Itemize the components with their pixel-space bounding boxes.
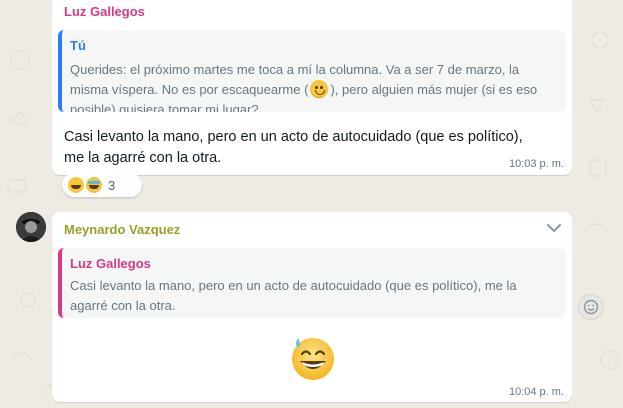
quoted-text: Casi levanto la mano, pero en un acto de… xyxy=(70,278,517,313)
message-time: 10:03 p. m. xyxy=(508,158,564,170)
message-bubble-luz[interactable]: Luz Gallegos Tú Querides: el próximo mar… xyxy=(52,0,572,175)
emoji-reaction-button[interactable] xyxy=(578,294,604,320)
message-time: 10:04 p. m. xyxy=(508,386,564,398)
quoted-author: Luz Gallegos xyxy=(70,256,151,271)
sender-name[interactable]: Meynardo Vazquez xyxy=(64,222,180,237)
tears-of-joy-emoji-icon xyxy=(68,177,84,193)
smiling-face-emoji-icon xyxy=(310,80,329,98)
grinning-face-with-sweat-emoji-icon xyxy=(292,338,334,380)
avatar-photo xyxy=(16,212,46,242)
quoted-text: Querides: el próximo martes me toca a mí… xyxy=(70,60,554,112)
reactions-pill[interactable]: 3 xyxy=(62,173,142,197)
message-text: Casi levanto la mano, pero en un acto de… xyxy=(64,129,523,166)
star-struck-emoji-icon xyxy=(86,177,102,193)
quoted-message[interactable]: Tú Querides: el próximo martes me toca a… xyxy=(58,30,566,112)
sender-name[interactable]: Luz Gallegos xyxy=(64,4,145,19)
avatar[interactable] xyxy=(16,212,46,242)
quoted-message[interactable]: Luz Gallegos Casi levanto la mano, pero … xyxy=(58,248,566,318)
quoted-author: Tú xyxy=(70,38,86,53)
reaction-count: 3 xyxy=(108,177,116,193)
smiley-icon xyxy=(583,299,599,315)
chevron-down-icon[interactable] xyxy=(546,222,562,234)
message-bubble-meynardo[interactable]: Meynardo Vazquez Luz Gallegos Casi levan… xyxy=(52,212,572,402)
